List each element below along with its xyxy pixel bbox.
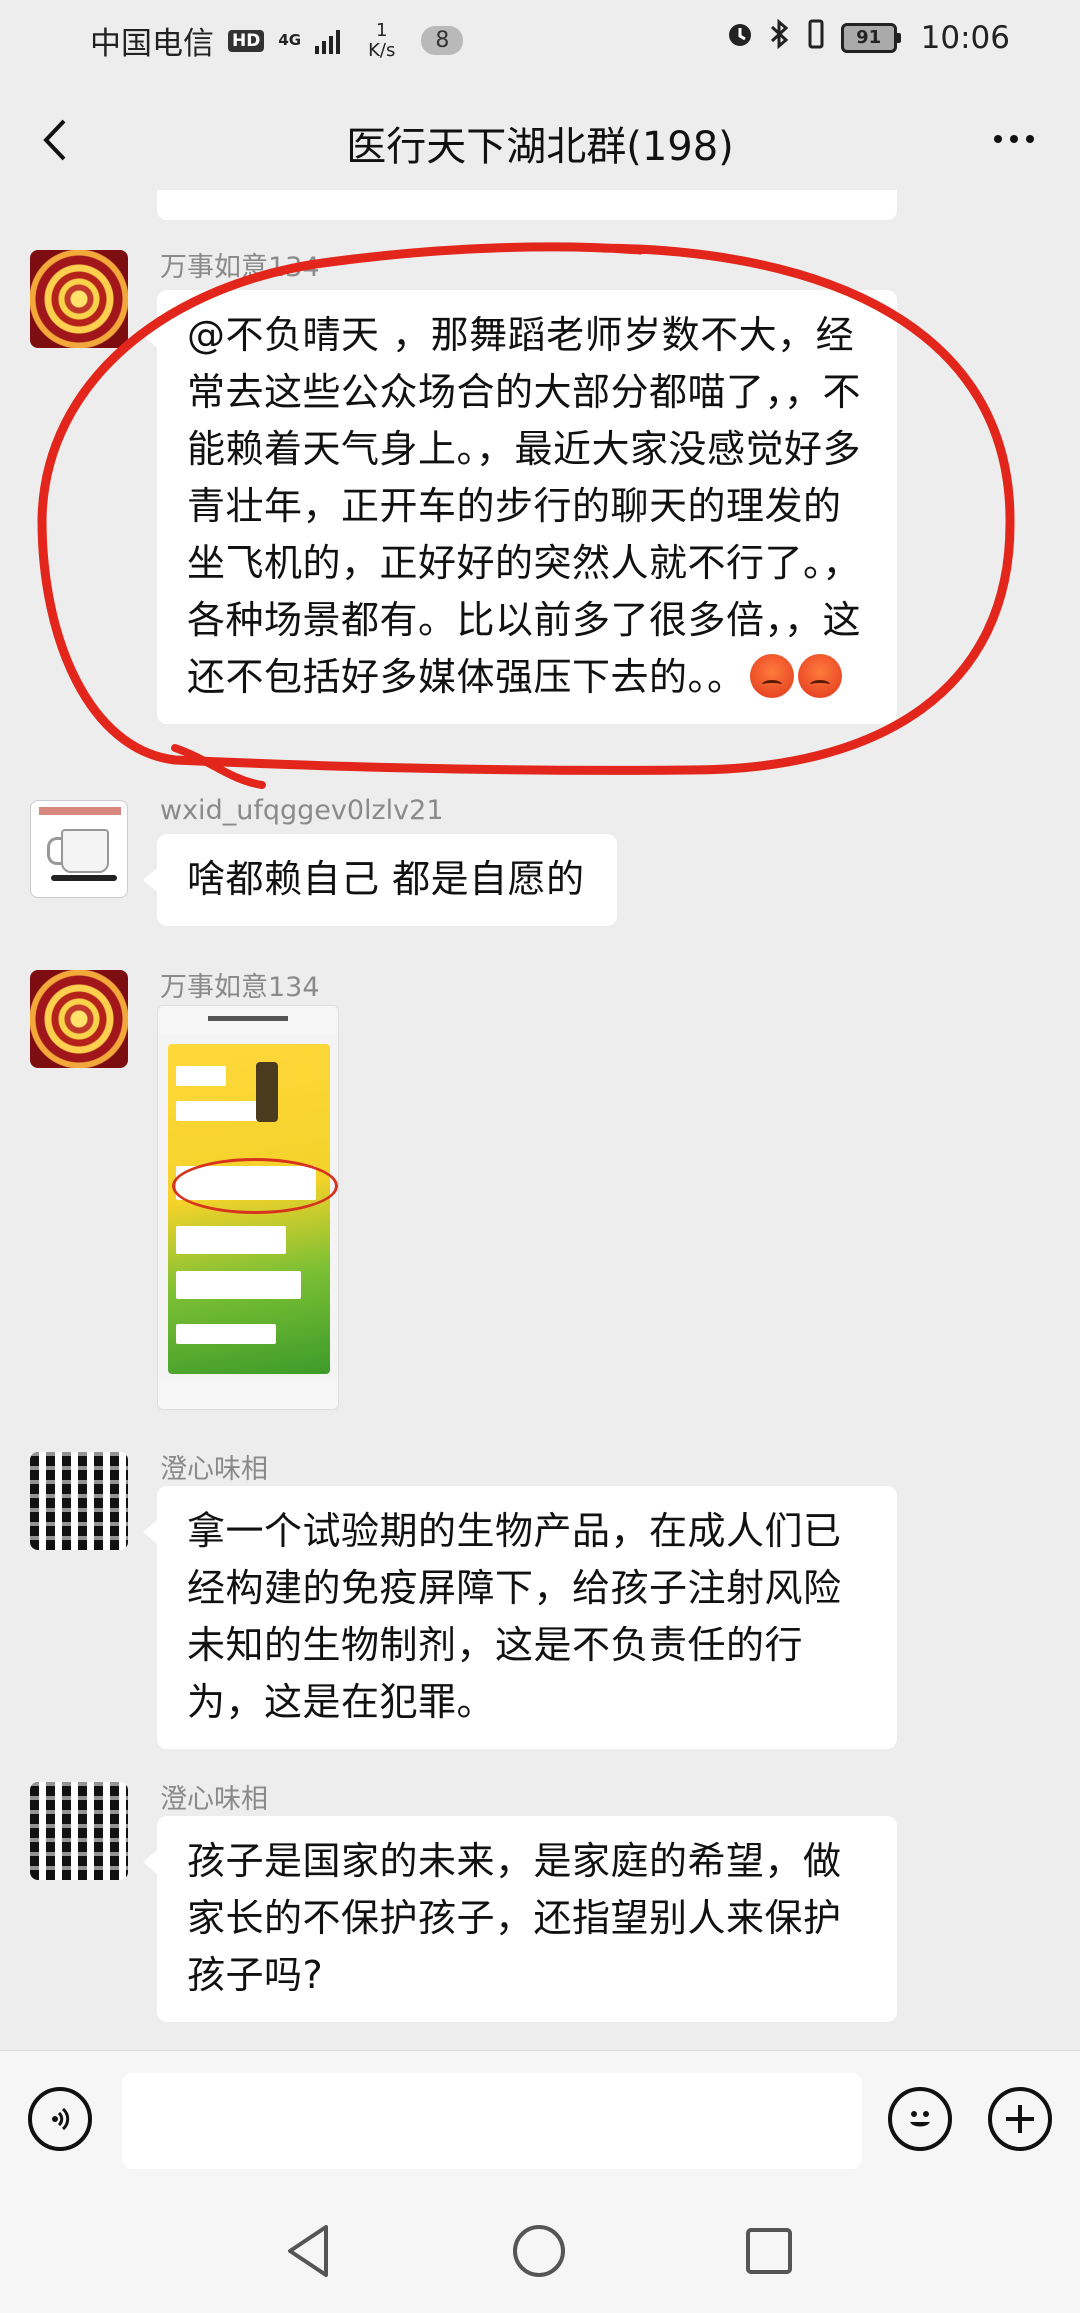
- battery-icon: 91: [840, 22, 901, 53]
- sender-name: 澄心味相: [160, 1454, 268, 1485]
- status-left: 中国电信 HD 4G 1 K/s 8: [90, 18, 464, 63]
- sender-name: 万事如意134: [160, 252, 320, 283]
- input-bar: [0, 2050, 1080, 2191]
- chat-title: 医行天下湖北群(198): [346, 124, 734, 170]
- hd-badge: HD: [228, 29, 265, 52]
- sender-name: 澄心味相: [160, 1784, 268, 1815]
- message-bubble[interactable]: 啥都赖自己 都是自愿的: [143, 834, 617, 926]
- status-right: 91 10:06: [725, 18, 1010, 57]
- avatar[interactable]: [30, 250, 128, 348]
- signal-icon: [315, 28, 341, 54]
- plus-icon: [1006, 2105, 1034, 2133]
- triangle-back-icon: [288, 2225, 328, 2277]
- avatar[interactable]: [30, 970, 128, 1068]
- avatar[interactable]: [30, 800, 128, 898]
- square-recent-icon: [746, 2228, 792, 2274]
- message-text: @不负晴天 ，那舞蹈老师岁数不大，经常去这些公众场合的大部分都喵了，，不能赖着天…: [187, 313, 862, 699]
- avatar[interactable]: [30, 1782, 128, 1880]
- system-back-button[interactable]: [277, 2220, 339, 2282]
- system-recent-button[interactable]: [738, 2220, 800, 2282]
- system-home-button[interactable]: [508, 2220, 570, 2282]
- angry-face-icon: [749, 654, 794, 698]
- message-text: 啥都赖自己 都是自愿的: [187, 857, 585, 901]
- emoji-icon: [910, 2111, 930, 2127]
- status-bar: 中国电信 HD 4G 1 K/s 8 91 10:06: [0, 0, 1080, 82]
- sender-name: wxid_ufqggev0lzlv21: [160, 795, 444, 826]
- message-text: 孩子是国家的未来，是家庭的希望，做家长的不保护孩子，还指望别人来保护孩子吗?: [187, 1839, 842, 1997]
- sender-name: 万事如意134: [160, 972, 320, 1003]
- more-button[interactable]: [984, 114, 1044, 164]
- vibrate-icon: [805, 18, 827, 57]
- notification-count-badge: 8: [421, 26, 464, 55]
- circle-home-icon: [513, 2225, 565, 2277]
- carrier-name: 中国电信: [90, 26, 214, 62]
- system-navigation-bar: [0, 2190, 1080, 2313]
- message-bubble[interactable]: 孩子是国家的未来，是家庭的希望，做家长的不保护孩子，还指望别人来保护孩子吗?: [143, 1816, 897, 2022]
- message-bubble[interactable]: 拿一个试验期的生物产品，在成人们已经构建的免疫屏障下，给孩子注射风险未知的生物制…: [143, 1486, 897, 1749]
- more-dots-icon: [994, 135, 1002, 143]
- network-speed: 1 K/s: [368, 19, 396, 61]
- speed-value: 1: [375, 19, 388, 41]
- bluetooth-icon: [769, 18, 791, 57]
- battery-level: 91: [840, 22, 897, 53]
- voice-icon: [52, 2107, 70, 2131]
- message-input[interactable]: [122, 2073, 862, 2169]
- angry-face-icon: [797, 654, 842, 698]
- previous-message-bubble: [157, 190, 897, 220]
- emoji-button[interactable]: [888, 2087, 952, 2151]
- message-list[interactable]: 万事如意134 @不负晴天 ，那舞蹈老师岁数不大，经常去这些公众场合的大部分都喵…: [0, 190, 1080, 2050]
- wechat-group-chat-screen: 中国电信 HD 4G 1 K/s 8 91 10:06 医行天下湖北群(198)…: [0, 0, 1080, 2313]
- plus-button[interactable]: [988, 2087, 1052, 2151]
- image-message[interactable]: [157, 1005, 339, 1410]
- avatar[interactable]: [30, 1452, 128, 1550]
- speed-unit: K/s: [368, 39, 396, 61]
- alarm-icon: [725, 19, 755, 56]
- voice-button[interactable]: [28, 2087, 92, 2151]
- chat-header: 医行天下湖北群(198): [0, 90, 1080, 190]
- message-text: 拿一个试验期的生物产品，在成人们已经构建的免疫屏障下，给孩子注射风险未知的生物制…: [187, 1509, 842, 1724]
- status-time: 10:06: [920, 19, 1010, 56]
- message-bubble[interactable]: @不负晴天 ，那舞蹈老师岁数不大，经常去这些公众场合的大部分都喵了，，不能赖着天…: [143, 290, 897, 724]
- network-type: 4G: [278, 31, 302, 49]
